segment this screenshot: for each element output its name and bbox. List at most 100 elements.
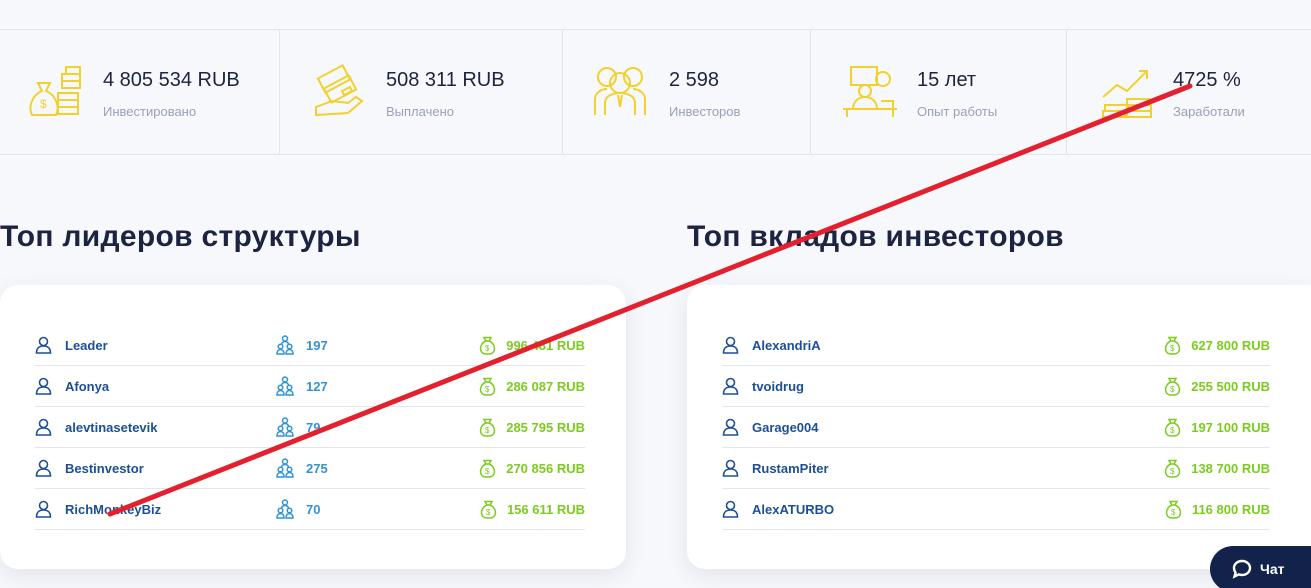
referral-count: 79 [306, 420, 321, 435]
team-icon [276, 376, 294, 396]
user-icon [35, 336, 52, 354]
team-icon [276, 499, 294, 519]
svg-text:$: $ [486, 508, 491, 517]
money-bag-icon: $ [1164, 336, 1181, 355]
amount-wrap: $285 795 RUB [479, 416, 585, 438]
svg-text:$: $ [40, 97, 47, 111]
svg-text:$: $ [1170, 426, 1175, 435]
team-icon [276, 417, 294, 437]
stat-investors: 2 598 Инвесторов [563, 30, 811, 154]
amount-value: 197 100 RUB [1191, 419, 1270, 435]
amount-value: 286 087 RUB [506, 378, 585, 394]
payout-hand-icon [315, 64, 364, 117]
referral-count: 275 [306, 461, 328, 476]
amount-value: 138 700 RUB [1191, 460, 1270, 476]
money-bag-icon: $ [1164, 418, 1181, 437]
user-icon [35, 500, 52, 518]
stat-value: 2 598 [669, 69, 720, 91]
table-row: AlexATURBO $116 800 RUB [722, 489, 1270, 530]
table-row: tvoidrug $255 500 RUB [722, 366, 1270, 407]
money-bag-icon: $ [480, 500, 497, 519]
chat-bubble-icon [1232, 559, 1252, 579]
username-link[interactable]: tvoidrug [752, 379, 804, 394]
amount-value: 996 481 RUB [506, 337, 585, 353]
svg-text:$: $ [1170, 344, 1175, 353]
svg-text:$: $ [1171, 508, 1176, 517]
username-link[interactable]: RustamPiter [752, 461, 829, 476]
money-bags-icon: $ [29, 66, 81, 116]
stats-bar: $ 4 805 534 RUB Инвестировано 508 311 RU… [0, 29, 1311, 155]
amount-value: 270 856 RUB [506, 460, 585, 476]
svg-text:$: $ [485, 426, 490, 435]
table-row: Afonya 127 $286 087 RUB [35, 366, 585, 407]
svg-text:$: $ [485, 385, 490, 394]
svg-text:$: $ [485, 467, 490, 476]
user-icon [722, 377, 739, 395]
amount-value: 116 800 RUB [1191, 501, 1270, 517]
stat-value: 508 311 RUB [386, 69, 505, 91]
user-icon [722, 459, 739, 477]
work-desk-icon [843, 66, 897, 117]
leaders-card: Leader 197 $996 481 RUB Afonya 127 $286 087 R… [0, 285, 626, 569]
stat-label: Инвесторов [669, 104, 741, 119]
table-row: Garage004 $197 100 RUB [722, 407, 1270, 448]
amount-wrap: $116 800 RUB [1165, 498, 1270, 520]
amount-wrap: $197 100 RUB [1164, 416, 1270, 438]
money-bag-icon: $ [479, 459, 496, 478]
stat-value: 4 805 534 RUB [103, 69, 240, 91]
user-icon [35, 459, 52, 477]
leaders-title: Топ лидеров структуры [0, 220, 361, 253]
money-bag-icon: $ [479, 336, 496, 355]
stat-earned: 4725 % Заработали [1067, 30, 1311, 154]
amount-value: 255 500 RUB [1191, 378, 1270, 394]
amount-wrap: $270 856 RUB [479, 457, 585, 479]
chat-button[interactable]: Чат [1210, 546, 1311, 588]
user-icon [722, 500, 739, 518]
stat-label: Заработали [1173, 104, 1245, 119]
money-bag-icon: $ [1164, 377, 1181, 396]
username-link[interactable]: Garage004 [752, 420, 819, 435]
amount-value: 285 795 RUB [506, 419, 585, 435]
amount-wrap: $138 700 RUB [1164, 457, 1270, 479]
svg-text:$: $ [485, 344, 490, 353]
user-icon [722, 418, 739, 436]
stat-invested: $ 4 805 534 RUB Инвестировано [0, 30, 280, 154]
user-icon [35, 418, 52, 436]
team-icon [276, 458, 294, 478]
investors-title: Топ вкладов инвесторов [687, 220, 1064, 253]
stat-label: Выплачено [386, 104, 454, 119]
investors-card: AlexandriA $627 800 RUB tvoidrug $255 500 R… [687, 285, 1311, 569]
amount-value: 156 611 RUB [506, 501, 585, 517]
referral-count: 197 [306, 338, 328, 353]
stat-label: Инвестировано [103, 104, 197, 119]
amount-wrap: $627 800 RUB [1164, 334, 1270, 356]
amount-wrap: $286 087 RUB [479, 375, 585, 397]
stat-value: 15 лет [917, 69, 977, 91]
money-bag-icon: $ [1165, 500, 1182, 519]
svg-text:$: $ [1170, 385, 1175, 394]
table-row: RustamPiter $138 700 RUB [722, 448, 1270, 489]
username-link[interactable]: Leader [65, 338, 108, 353]
growth-chart-icon [1102, 70, 1152, 118]
username-link[interactable]: RichMonkeyBiz [65, 502, 161, 517]
amount-wrap: $255 500 RUB [1164, 375, 1270, 397]
username-link[interactable]: alevtinasetevik [65, 420, 158, 435]
username-link[interactable]: AlexandriA [752, 338, 821, 353]
stat-experience: 15 лет Опыт работы [811, 30, 1067, 154]
stat-value: 4725 % [1173, 69, 1241, 91]
amount-value: 627 800 RUB [1191, 337, 1270, 353]
amount-wrap: $156 611 RUB [480, 498, 585, 520]
username-link[interactable]: Bestinvestor [65, 461, 144, 476]
investors-group-icon [594, 67, 646, 115]
stat-paid: 508 311 RUB Выплачено [280, 30, 563, 154]
referral-count: 70 [306, 502, 321, 517]
amount-wrap: $996 481 RUB [479, 334, 585, 356]
referral-count: 127 [306, 379, 328, 394]
username-link[interactable]: Afonya [65, 379, 109, 394]
table-row: RichMonkeyBiz 70 $156 611 RUB [35, 489, 585, 530]
table-row: Leader 197 $996 481 RUB [35, 325, 585, 366]
username-link[interactable]: AlexATURBO [752, 502, 834, 517]
stat-label: Опыт работы [917, 104, 998, 119]
table-row: alevtinasetevik 79 $285 795 RUB [35, 407, 585, 448]
team-icon [276, 335, 294, 355]
